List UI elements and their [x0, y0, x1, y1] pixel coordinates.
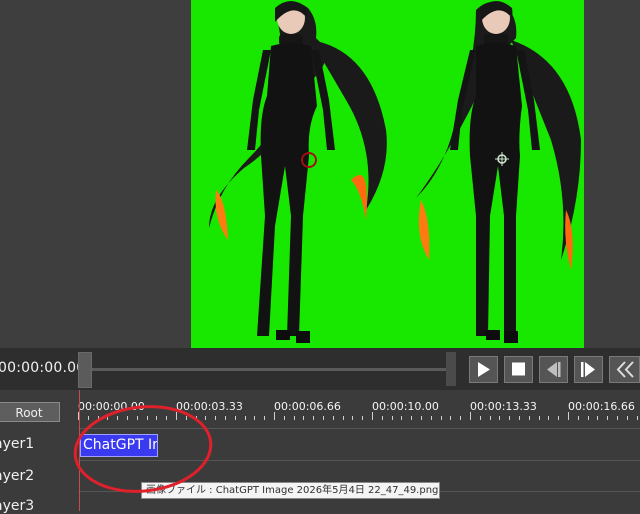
preview-canvas[interactable]: [191, 0, 584, 348]
lane-divider: [78, 460, 640, 461]
stop-button[interactable]: [504, 356, 533, 383]
crosshair-icon: [495, 152, 509, 166]
ruler-tick: [293, 416, 295, 420]
clip-tooltip: 画像ファイル : ChatGPT Image 2026年5月4日 22_47_4…: [141, 482, 440, 499]
ruler-tick: [470, 412, 471, 420]
rewind-icon: [616, 361, 634, 378]
layer-3-label[interactable]: ayer3: [0, 498, 34, 514]
ruler-tick: [313, 416, 315, 420]
ruler-tick: [87, 416, 89, 420]
transport-bar: 00:00:00.00: [0, 348, 640, 390]
rewind-button[interactable]: [609, 356, 640, 383]
ruler-tick: [185, 416, 187, 420]
ruler-tick: [372, 412, 373, 420]
ruler-tick: [430, 416, 432, 420]
ruler-tick: [636, 416, 638, 420]
ruler-tick: [176, 412, 177, 420]
ruler-tick: [587, 416, 589, 420]
ruler-tick: [568, 412, 569, 420]
ruler-tick: [460, 416, 462, 420]
ruler-tick: [323, 416, 324, 420]
ruler-tick: [97, 416, 99, 420]
ruler-tick: [362, 416, 364, 420]
ruler-tick: [254, 416, 256, 420]
ruler-tick: [117, 416, 119, 420]
ruler-tick: [234, 416, 236, 420]
current-time-display: 00:00:00.00: [0, 360, 86, 376]
ruler-tick: [205, 416, 207, 420]
ruler-tick: [528, 416, 530, 420]
ruler-tick: [303, 416, 305, 420]
ruler-tick: [577, 416, 579, 420]
ruler-tick: [440, 416, 442, 420]
layer-1-label[interactable]: ayer1: [0, 436, 34, 452]
step-back-icon: [547, 362, 561, 377]
ruler-tick: [225, 416, 226, 420]
ruler-tick: [538, 416, 540, 420]
ruler-tick: [127, 416, 128, 420]
ruler-tick: [342, 416, 344, 420]
ruler-tick: [401, 416, 403, 420]
ruler-tick: [391, 416, 393, 420]
play-button[interactable]: [469, 356, 498, 383]
seek-handle[interactable]: [78, 352, 92, 388]
ruler-tick: [617, 416, 618, 420]
ruler-tick-label: 00:00:13.33: [470, 400, 537, 413]
ruler-tick: [509, 416, 511, 420]
ruler-tick: [499, 416, 501, 420]
ruler-tick: [626, 416, 628, 420]
ruler-tick: [489, 416, 491, 420]
play-icon: [478, 362, 490, 377]
ruler-tick: [421, 416, 422, 420]
ruler-tick: [411, 416, 413, 420]
time-ruler[interactable]: 00:00:00.00 00:00:03.33 00:00:06.66 00:0…: [78, 390, 640, 420]
ruler-tick: [136, 416, 138, 420]
lane-divider: [78, 428, 640, 429]
root-button[interactable]: Root: [0, 402, 60, 422]
ruler-tick: [195, 416, 197, 420]
character-figure-left: [209, 1, 387, 343]
track-header-column: Root ayer1 ayer2 ayer3: [0, 390, 78, 514]
ruler-tick: [215, 416, 217, 420]
ruler-tick: [244, 416, 246, 420]
ruler-tick: [107, 416, 109, 420]
ruler-tick: [156, 416, 158, 420]
ruler-tick: [332, 416, 334, 420]
seek-track[interactable]: [82, 368, 454, 371]
ruler-tick-label: 00:00:00.00: [78, 400, 145, 413]
timeline-clip[interactable]: ChatGPT Im: [80, 434, 158, 457]
ruler-tick: [558, 416, 560, 420]
seek-end-marker: [446, 352, 456, 386]
ruler-tick: [519, 416, 520, 420]
ruler-tick: [146, 416, 148, 420]
ruler-tick-label: 00:00:03.33: [176, 400, 243, 413]
ruler-tick: [479, 416, 481, 420]
stop-icon: [512, 362, 525, 376]
ruler-tick: [352, 416, 354, 420]
ruler-tick: [166, 416, 168, 420]
ruler-tick: [450, 416, 452, 420]
ruler-tick: [597, 416, 599, 420]
previous-frame-button[interactable]: [539, 356, 568, 383]
ruler-tick: [548, 416, 550, 420]
ruler-tick: [607, 416, 609, 420]
ruler-tick-label: 00:00:16.66: [568, 400, 635, 413]
layer-2-label[interactable]: ayer2: [0, 468, 34, 484]
ruler-tick: [283, 416, 285, 420]
ruler-tick: [274, 412, 275, 420]
ruler-tick-label: 00:00:06.66: [274, 400, 341, 413]
next-frame-button[interactable]: [574, 356, 603, 383]
ruler-tick-label: 00:00:10.00: [372, 400, 439, 413]
ruler-tick: [264, 416, 266, 420]
step-forward-icon: [581, 362, 595, 377]
ruler-tick: [381, 416, 383, 420]
character-figure-right: [416, 1, 581, 343]
